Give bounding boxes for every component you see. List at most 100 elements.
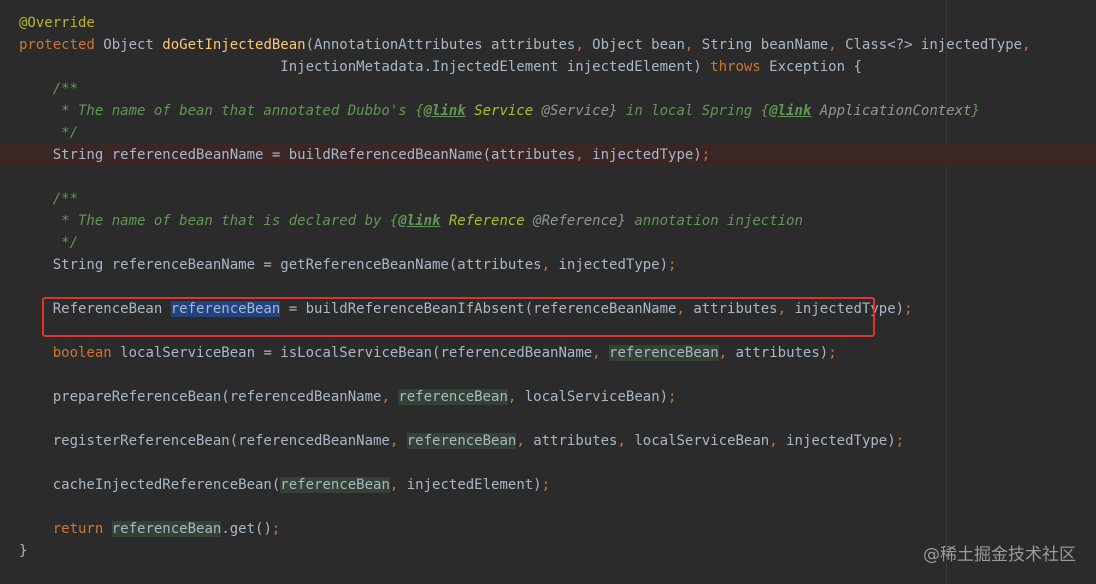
code-token: , bbox=[828, 37, 837, 53]
code-text: /** bbox=[19, 78, 78, 100]
code-token: * The name of bean that is declared by { bbox=[19, 213, 399, 229]
code-text: @Override bbox=[19, 12, 95, 34]
code-text: } bbox=[19, 540, 27, 562]
code-line[interactable]: */ bbox=[0, 122, 1096, 144]
code-token: */ bbox=[19, 235, 79, 251]
code-text: */ bbox=[19, 122, 78, 144]
code-token: /** bbox=[19, 191, 79, 207]
code-token: Class<?> injectedType bbox=[836, 37, 1023, 53]
code-line[interactable]: @Override bbox=[0, 12, 1096, 34]
code-line[interactable]: cacheInjectedReferenceBean(referenceBean… bbox=[0, 474, 1096, 496]
code-token: String referenceBeanName = getReferenceB… bbox=[19, 257, 542, 273]
code-line[interactable]: String referenceBeanName = getReferenceB… bbox=[0, 254, 1096, 276]
code-line[interactable]: String referencedBeanName = buildReferen… bbox=[0, 144, 1096, 166]
code-token: Object bbox=[94, 37, 163, 53]
token-usage: referenceBean bbox=[280, 477, 390, 493]
token-usage: referenceBean bbox=[406, 433, 517, 449]
code-editor[interactable]: @Override protected Object doGetInjectedB… bbox=[0, 0, 1096, 584]
watermark: @稀土掘金技术社区 bbox=[923, 545, 1076, 565]
code-text: /** bbox=[19, 188, 78, 210]
code-token: } bbox=[19, 543, 28, 559]
highlight-box bbox=[42, 297, 875, 337]
code-token: String beanName bbox=[693, 37, 829, 53]
code-token: , bbox=[718, 345, 728, 361]
code-text: String referencedBeanName = buildReferen… bbox=[19, 144, 710, 166]
code-token: localServiceBean bbox=[625, 433, 770, 449]
code-token: Service bbox=[465, 103, 534, 119]
code-token: ApplicationContext bbox=[811, 103, 972, 119]
code-text: * The name of bean that is declared by {… bbox=[19, 210, 803, 232]
code-line[interactable]: registerReferenceBean(referencedBeanName… bbox=[0, 430, 1096, 452]
code-token: injectedElement) bbox=[398, 477, 542, 493]
code-line[interactable]: */ bbox=[0, 232, 1096, 254]
code-token: ; bbox=[828, 345, 837, 361]
code-text: */ bbox=[19, 232, 78, 254]
code-token: @Override bbox=[19, 15, 95, 31]
code-token: @Reference} bbox=[524, 213, 626, 229]
code-line[interactable]: InjectionMetadata.InjectedElement inject… bbox=[0, 56, 1096, 78]
code-token: , bbox=[575, 147, 584, 163]
code-token: boolean bbox=[52, 345, 112, 361]
code-line[interactable]: * The name of bean that annotated Dubbo'… bbox=[0, 100, 1096, 122]
code-text: * The name of bean that annotated Dubbo'… bbox=[19, 100, 980, 122]
code-line[interactable]: protected Object doGetInjectedBean(Annot… bbox=[0, 34, 1096, 56]
code-token: doGetInjectedBean bbox=[162, 37, 306, 53]
code-token: , bbox=[769, 433, 778, 449]
token-usage: referenceBean bbox=[398, 389, 508, 405]
code-token: .get() bbox=[221, 521, 272, 537]
code-token: registerReferenceBean(referencedBeanName bbox=[19, 433, 390, 449]
code-token: cacheInjectedReferenceBean( bbox=[19, 477, 281, 493]
code-token: @Service} bbox=[533, 103, 618, 119]
code-text: return referenceBean.get(); bbox=[19, 518, 280, 540]
code-token: ; bbox=[904, 301, 913, 317]
code-token: * The name of bean that annotated Dubbo'… bbox=[19, 103, 424, 119]
token-usage: referenceBean bbox=[111, 521, 222, 537]
code-token: , bbox=[541, 257, 551, 273]
code-token: protected bbox=[19, 37, 95, 53]
code-token: ; bbox=[668, 257, 677, 273]
code-line[interactable]: prepareReferenceBean(referencedBeanName,… bbox=[0, 386, 1096, 408]
code-token: in local Spring { bbox=[617, 103, 770, 119]
code-token: Reference bbox=[440, 213, 525, 229]
code-token: @link bbox=[398, 213, 441, 229]
code-token: , bbox=[592, 345, 601, 361]
code-token: , bbox=[1022, 37, 1031, 53]
code-token: Exception { bbox=[760, 59, 862, 75]
code-line[interactable]: boolean localServiceBean = isLocalServic… bbox=[0, 342, 1096, 364]
code-token: @link bbox=[423, 103, 466, 119]
code-token: annotation injection bbox=[625, 213, 803, 229]
code-token: ; bbox=[541, 477, 551, 493]
code-token: ; bbox=[895, 433, 905, 449]
code-token: injectedType) bbox=[550, 257, 669, 273]
code-line[interactable]: /** bbox=[0, 78, 1096, 100]
code-token: ; bbox=[271, 521, 281, 537]
code-text: InjectionMetadata.InjectedElement inject… bbox=[19, 56, 862, 78]
code-token: /** bbox=[19, 81, 79, 97]
code-token: return bbox=[52, 521, 104, 537]
code-token: ; bbox=[701, 147, 711, 163]
code-token: } bbox=[971, 103, 980, 119]
code-token: attributes bbox=[524, 433, 618, 449]
code-token: injectedType) bbox=[583, 147, 702, 163]
code-token: injectedType) bbox=[777, 433, 896, 449]
code-line[interactable]: return referenceBean.get(); bbox=[0, 518, 1096, 540]
code-text: registerReferenceBean(referencedBeanName… bbox=[19, 430, 904, 452]
code-token: InjectionMetadata.InjectedElement inject… bbox=[19, 59, 711, 75]
code-token: , bbox=[516, 433, 525, 449]
code-token: throws bbox=[710, 59, 761, 75]
code-token: @link bbox=[769, 103, 812, 119]
code-token: , bbox=[575, 37, 584, 53]
code-token: prepareReferenceBean(referencedBeanName bbox=[19, 389, 382, 405]
code-token: ; bbox=[668, 389, 677, 405]
code-token: localServiceBean) bbox=[516, 389, 669, 405]
token-usage: referenceBean bbox=[609, 345, 719, 361]
code-token: , bbox=[381, 389, 390, 405]
code-line[interactable]: * The name of bean that is declared by {… bbox=[0, 210, 1096, 232]
code-line[interactable]: /** bbox=[0, 188, 1096, 210]
code-token: String referencedBeanName = buildReferen… bbox=[19, 147, 576, 163]
